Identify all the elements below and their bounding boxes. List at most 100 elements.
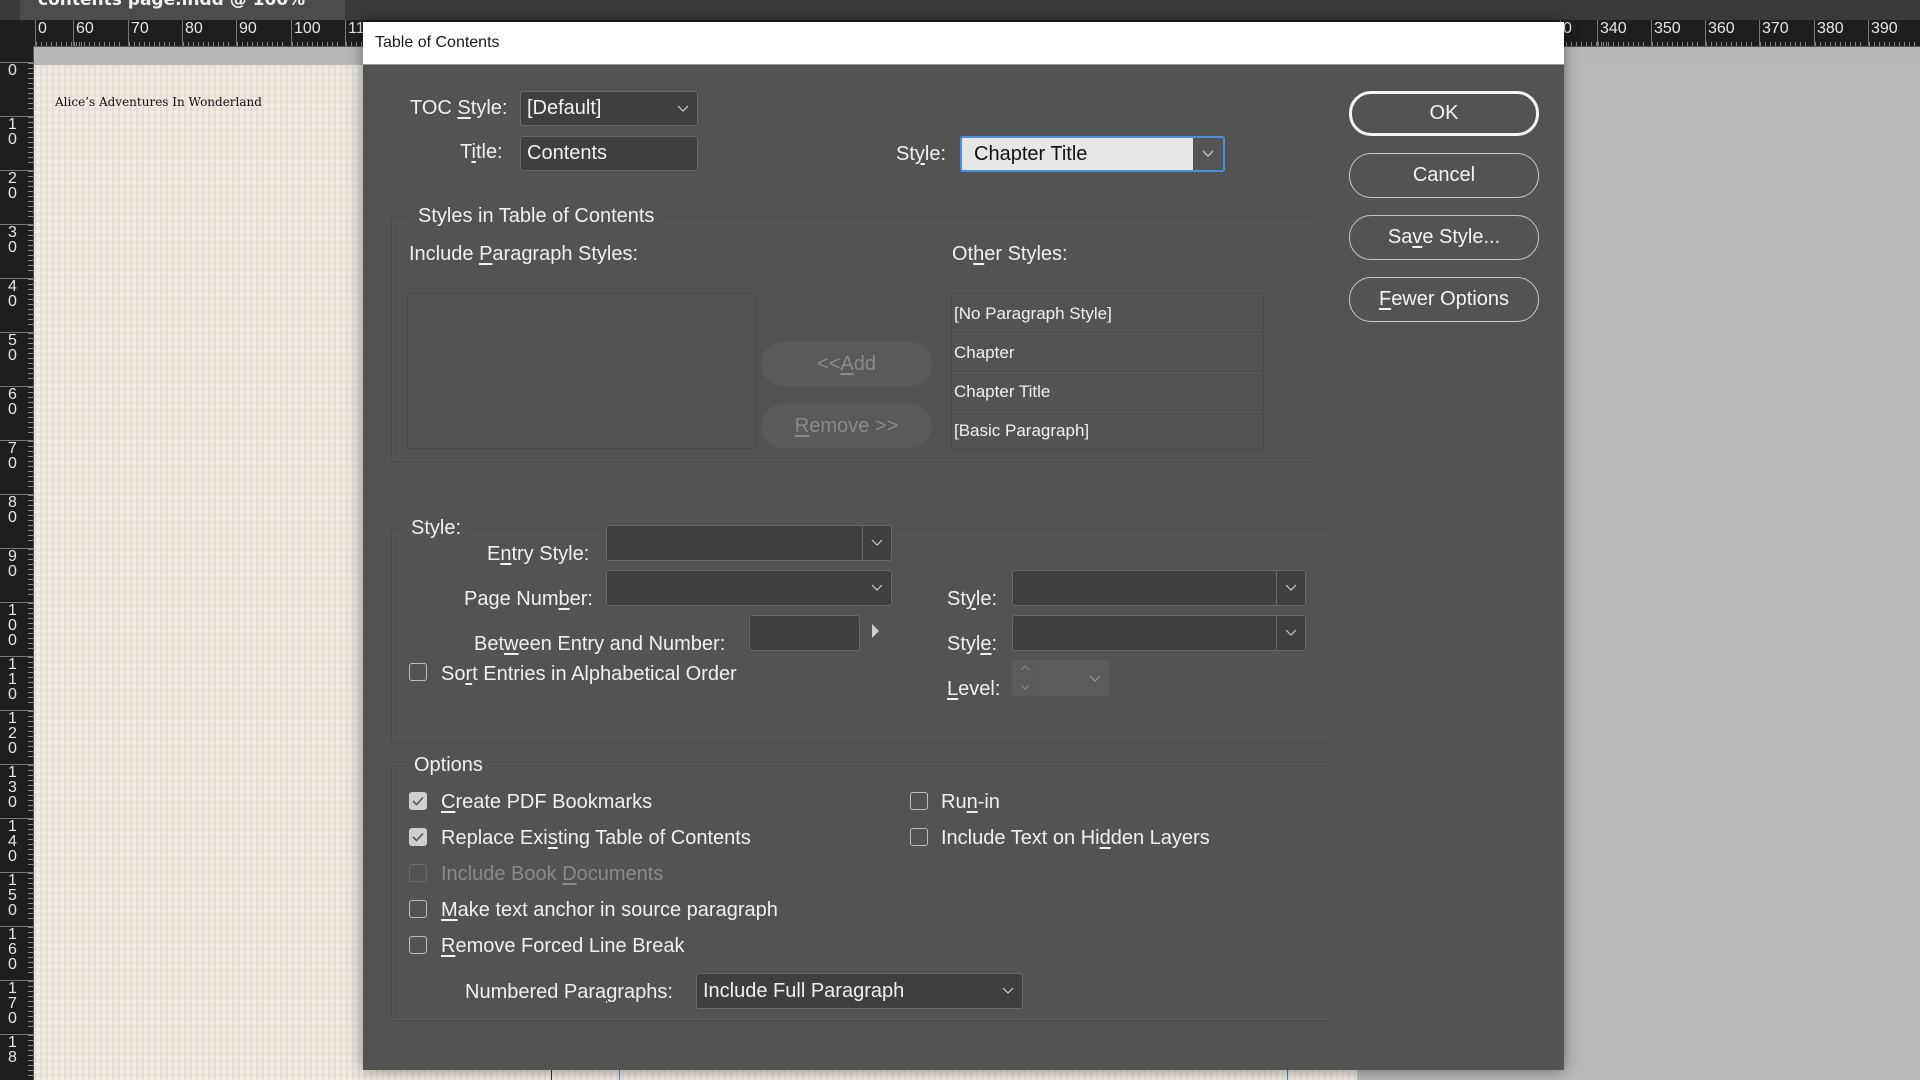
level-label: Level: <box>947 678 1001 700</box>
toc-dialog: Table of Contents TOC Style: [Default] T… <box>363 22 1564 1070</box>
ruler-label: 10 <box>0 116 33 167</box>
other-styles-label: Other Styles: <box>952 243 1068 265</box>
chevron-down-icon <box>994 974 1022 1008</box>
chevron-down-icon <box>1276 571 1305 605</box>
ruler-label: 0 <box>0 62 33 113</box>
entry-style-label: Entry Style: <box>487 543 590 565</box>
style-group-title: Style: <box>405 517 468 540</box>
page-header-text[interactable]: Alice’s Adventures In Wonderland <box>55 95 262 109</box>
ruler-label: 18 <box>0 1034 33 1080</box>
level-spinner[interactable] <box>1012 660 1039 696</box>
ruler-label: 11 <box>345 20 396 46</box>
toc-style-value: [Default] <box>527 97 602 119</box>
document-tab[interactable]: contents page.indd @ 100% <box>20 0 345 20</box>
title-label: Title: <box>460 141 503 163</box>
fewer-options-button[interactable]: Fewer Options <box>1349 277 1539 322</box>
cancel-button[interactable]: Cancel <box>1349 153 1539 198</box>
ruler-label: 0 <box>35 20 86 46</box>
ruler-label: 360 <box>1705 20 1756 46</box>
run-in-label: Run-in <box>941 791 1000 813</box>
dialog-title: Table of Contents <box>375 34 500 51</box>
create-pdf-bookmarks-label: Create PDF Bookmarks <box>441 791 653 813</box>
ruler-label: 70 <box>0 440 33 491</box>
ruler-label: 20 <box>0 170 33 221</box>
level-stepper[interactable] <box>1012 660 1110 696</box>
remove-forced-line-break-label: Remove Forced Line Break <box>441 935 685 957</box>
replace-existing-checkbox[interactable] <box>409 828 427 846</box>
other-style-item[interactable]: Chapter <box>952 333 1263 372</box>
between-style-dropdown[interactable] <box>1012 615 1306 651</box>
ruler-label: 390 <box>1868 20 1919 46</box>
create-pdf-bookmarks-checkbox[interactable] <box>409 792 427 810</box>
remove-button[interactable]: Remove >> <box>761 404 932 448</box>
ruler-label: 50 <box>0 332 33 383</box>
other-styles-list[interactable]: [No Paragraph Style] Chapter Chapter Tit… <box>951 293 1264 450</box>
title-style-value: Chapter Title <box>974 142 1088 165</box>
add-button[interactable]: << Add <box>761 342 932 386</box>
page-number-style-dropdown[interactable] <box>1012 570 1306 606</box>
checkmark-icon <box>412 832 424 842</box>
ruler-label: 100 <box>291 20 342 46</box>
other-style-item[interactable]: [No Paragraph Style] <box>952 294 1263 333</box>
include-book-documents-checkbox <box>409 864 427 882</box>
ruler-label: 90 <box>236 20 287 46</box>
title-input[interactable]: Contents <box>520 136 698 171</box>
ok-button[interactable]: OK <box>1349 91 1539 136</box>
run-in-checkbox[interactable] <box>910 792 928 810</box>
include-hidden-layers-checkbox[interactable] <box>910 828 928 846</box>
checkmark-icon <box>412 796 424 806</box>
sort-entries-label: Sort Entries in Alphabetical Order <box>441 663 737 685</box>
document-tab-label: contents page.indd @ 100% <box>38 0 306 10</box>
ruler-label: 90 <box>0 548 33 599</box>
save-style-button[interactable]: Sa v e Style... <box>1349 215 1539 260</box>
toc-style-dropdown[interactable]: [Default] <box>520 91 698 126</box>
ruler-label: 150 <box>0 872 33 923</box>
ruler-label: 380 <box>1814 20 1865 46</box>
ruler-label: 170 <box>0 980 33 1031</box>
chevron-up-icon <box>1020 665 1030 671</box>
ruler-label: 100 <box>0 602 33 653</box>
chevron-down-icon <box>669 92 697 125</box>
ruler-label: 160 <box>0 926 33 977</box>
replace-existing-label: Replace Existing Table of Contents <box>441 827 751 849</box>
chevron-down-icon <box>863 571 891 605</box>
between-entry-label: Between Entry and Number: <box>474 633 726 655</box>
other-style-item[interactable]: [Basic Paragraph] <box>952 411 1263 450</box>
toc-style-label: TOC Style: <box>410 97 508 119</box>
make-text-anchor-checkbox[interactable] <box>409 900 427 918</box>
numbered-paragraphs-label: Numbered Paragraphs: <box>465 981 673 1003</box>
ruler-label: 40 <box>0 278 33 329</box>
ruler-label: 130 <box>0 764 33 815</box>
between-style-label: Style: <box>947 633 998 655</box>
vertical-ruler[interactable]: 0 10 20 30 40 50 60 70 80 90 100 110 120… <box>0 46 34 1080</box>
page-number-dropdown[interactable] <box>606 570 892 606</box>
ruler-label: 80 <box>0 494 33 545</box>
ruler-label: 350 <box>1651 20 1702 46</box>
ruler-label: 60 <box>0 386 33 437</box>
between-entry-input[interactable] <box>749 615 860 651</box>
ruler-origin[interactable] <box>0 20 33 46</box>
chevron-down-icon <box>1193 138 1223 170</box>
title-style-label: Style: <box>896 143 947 165</box>
ruler-label: 70 <box>128 20 179 46</box>
make-text-anchor-label: Make text anchor in source paragraph <box>441 899 778 921</box>
title-input-value: Contents <box>527 142 608 164</box>
special-characters-menu-icon[interactable] <box>872 624 879 638</box>
include-styles-list[interactable] <box>407 293 756 449</box>
include-book-documents-label: Include Book Documents <box>441 863 664 885</box>
ruler-label: 110 <box>0 656 33 707</box>
chevron-down-icon <box>862 526 891 560</box>
chevron-down-icon <box>1089 675 1101 682</box>
include-hidden-layers-label: Include Text on Hidden Layers <box>941 827 1210 849</box>
options-group-title: Options <box>408 754 489 777</box>
title-style-dropdown[interactable]: Chapter Title <box>960 136 1225 172</box>
remove-forced-line-break-checkbox[interactable] <box>409 936 427 954</box>
entry-style-dropdown[interactable] <box>606 525 892 561</box>
other-style-item[interactable]: Chapter Title <box>952 372 1263 411</box>
numbered-paragraphs-dropdown[interactable]: Include Full Paragraph <box>696 973 1023 1009</box>
ruler-label: 30 <box>0 224 33 275</box>
dialog-titlebar[interactable]: Table of Contents <box>363 22 1564 65</box>
ruler-label: 80 <box>182 20 233 46</box>
sort-entries-checkbox[interactable] <box>409 663 427 681</box>
ruler-label: 140 <box>0 818 33 869</box>
